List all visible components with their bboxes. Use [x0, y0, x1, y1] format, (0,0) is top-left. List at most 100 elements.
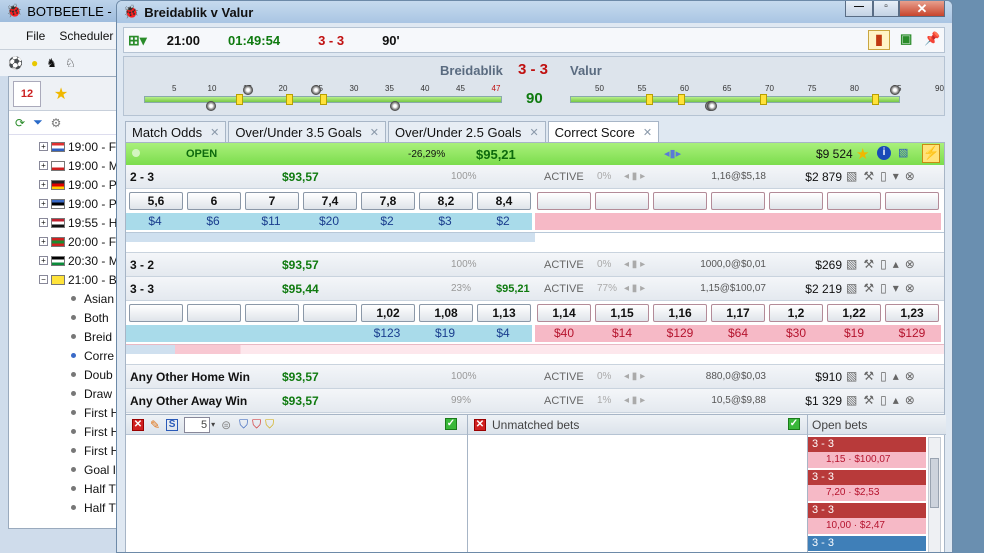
lay-price-button[interactable]: 1,15 — [595, 304, 649, 322]
stake-input[interactable]: 5 — [184, 416, 211, 433]
tree-market-row[interactable]: Doub — [9, 365, 129, 384]
lay-price-button[interactable] — [769, 192, 823, 210]
stake-dropdown-icon[interactable]: ▾ — [211, 420, 215, 429]
runner-tools-icon[interactable]: ⚒ — [863, 393, 874, 407]
pin-icon[interactable]: 📌 — [924, 31, 940, 47]
bg-titlebar[interactable]: 🐞 BOTBEETLE - 5. — [0, 0, 129, 22]
back-price-button[interactable]: 7,4 — [303, 192, 357, 210]
cancel-icon[interactable]: ✕ — [132, 418, 144, 431]
soccer-icon[interactable]: ⚽ — [8, 56, 23, 70]
stream-icon[interactable]: ◂ ▮ ▸ — [624, 283, 645, 294]
brush-icon[interactable]: ✎ — [150, 418, 160, 432]
lay-price-button[interactable] — [537, 192, 591, 210]
tree-event-row[interactable]: − 21:00 - B — [9, 270, 129, 289]
expand-icon[interactable]: + — [39, 256, 48, 265]
shield-yellow-icon[interactable]: ⛉ — [265, 417, 274, 432]
lay-price-button[interactable] — [885, 192, 939, 210]
runner-ladder-icon[interactable]: ▯ — [880, 393, 887, 407]
runner-tools-icon[interactable]: ⚒ — [863, 257, 874, 271]
lay-price-button[interactable] — [827, 192, 881, 210]
minimize-button[interactable]: — — [845, 1, 873, 17]
expand-icon[interactable]: + — [39, 199, 48, 208]
shield-red-icon[interactable]: ⛉ — [252, 417, 261, 432]
runner-expand-icon[interactable]: ▴ — [893, 369, 899, 383]
back-price-button[interactable]: 5,6 — [129, 192, 183, 210]
open-bet-item[interactable]: 3 - 3 10,00 · $2,47 — [808, 503, 926, 534]
greyhound-icon[interactable]: ♘ — [65, 56, 76, 70]
lay-price-button[interactable]: 1,22 — [827, 304, 881, 322]
tree-market-row[interactable]: First H — [9, 403, 129, 422]
filter-icon[interactable]: ⏷ — [33, 115, 43, 130]
back-price-button[interactable]: 1,13 — [477, 304, 531, 322]
cancel-unmatched-icon[interactable]: ✕ — [474, 418, 486, 431]
expand-icon[interactable]: + — [39, 180, 48, 189]
expand-icon[interactable]: − — [39, 275, 48, 284]
refresh-icon[interactable]: ⟳ — [15, 116, 25, 130]
star-icon[interactable]: ★ — [47, 81, 75, 107]
add-market-icon[interactable]: ⊞▾ — [128, 32, 147, 49]
back-price-button[interactable]: 8,2 — [419, 192, 473, 210]
runner-expand-icon[interactable]: ▴ — [893, 257, 899, 271]
back-price-button[interactable]: 1,02 — [361, 304, 415, 322]
back-price-button[interactable] — [129, 304, 183, 322]
tree-event-row[interactable]: +19:00 - F — [9, 137, 129, 156]
graph-icon[interactable]: ▧ — [898, 146, 908, 159]
s-icon[interactable]: S — [166, 418, 179, 431]
stream-icon[interactable]: ◂ ▮ ▸ — [624, 171, 645, 182]
back-price-button[interactable]: 1,08 — [419, 304, 473, 322]
runner-ladder-icon[interactable]: ▯ — [880, 169, 887, 183]
runner-expand-icon[interactable]: ▾ — [893, 281, 899, 295]
tree-event-row[interactable]: +19:00 - P — [9, 175, 129, 194]
lay-price-button[interactable]: 1,2 — [769, 304, 823, 322]
market-titlebar[interactable]: 🐞 Breidablik v Valur — ▫ ✕ — [117, 1, 952, 23]
runner-row[interactable]: Any Other Home Win $93,57 100% ACTIVE 0% ◂ ▮ … — [126, 365, 944, 389]
horse-icon[interactable]: ♞ — [46, 56, 57, 70]
tab-match-odds[interactable]: Match Odds ✕ — [125, 121, 227, 142]
open-bet-item[interactable]: 3 - 3 7,20 · $2,53 — [808, 470, 926, 501]
tree-event-row[interactable]: +20:00 - F — [9, 232, 129, 251]
lay-price-button[interactable]: 1,14 — [537, 304, 591, 322]
back-price-button[interactable] — [245, 304, 299, 322]
tree-market-row[interactable]: Corre — [9, 346, 129, 365]
runner-tools-icon[interactable]: ⚒ — [863, 169, 874, 183]
runner-expand-icon[interactable]: ▾ — [893, 169, 899, 183]
tab-over-under-3-5-goals[interactable]: Over/Under 3.5 Goals ✕ — [228, 121, 386, 142]
runner-chart-icon[interactable]: ▧ — [846, 257, 857, 271]
tree-market-row[interactable]: Asian — [9, 289, 129, 308]
stream-icon[interactable]: ◂ ▮ ▸ — [624, 259, 645, 270]
tab-correct-score[interactable]: Correct Score ✕ — [547, 121, 660, 143]
tree-event-row[interactable]: +19:00 - M — [9, 156, 129, 175]
runner-close-icon[interactable]: ⊗ — [905, 169, 915, 183]
menu-file[interactable]: File — [26, 29, 45, 43]
runner-close-icon[interactable]: ⊗ — [905, 257, 915, 271]
lay-price-button[interactable]: 1,16 — [653, 304, 707, 322]
runner-tools-icon[interactable]: ⚒ — [863, 281, 874, 295]
tree-event-row[interactable]: +19:00 - P — [9, 194, 129, 213]
runner-row[interactable]: 2 - 3 $93,57 100% ACTIVE 0% ◂ ▮ ▸ 1,16@$5,18 $2… — [126, 165, 944, 189]
chart-icon[interactable]: ▮ — [868, 30, 890, 50]
close-button[interactable]: ✕ — [899, 1, 945, 17]
new-window-icon[interactable]: ▣ — [900, 31, 912, 47]
tree-market-row[interactable]: Draw — [9, 384, 129, 403]
confirm-check-icon[interactable]: ✓ — [445, 418, 457, 430]
tree-event-row[interactable]: +19:55 - H — [9, 213, 129, 232]
expand-icon[interactable]: + — [39, 161, 48, 170]
back-price-button[interactable]: 7,8 — [361, 192, 415, 210]
lay-price-button[interactable] — [653, 192, 707, 210]
tab-close-icon[interactable]: ✕ — [370, 126, 379, 139]
tab-close-icon[interactable]: ✕ — [529, 126, 538, 139]
runner-ladder-icon[interactable]: ▯ — [880, 281, 887, 295]
favourite-star-icon[interactable]: ★ — [856, 145, 869, 163]
runner-row[interactable]: 3 - 2 $93,57 100% ACTIVE 0% ◂ ▮ ▸ 1000,0@$0,01… — [126, 253, 944, 277]
tree-market-row[interactable]: Breid — [9, 327, 129, 346]
tennis-icon[interactable]: ● — [31, 56, 38, 70]
runner-ladder-icon[interactable]: ▯ — [880, 369, 887, 383]
lay-price-button[interactable]: 1,23 — [885, 304, 939, 322]
runner-close-icon[interactable]: ⊗ — [905, 393, 915, 407]
tree-event-row[interactable]: +20:30 - M — [9, 251, 129, 270]
settings-icon[interactable]: ⚙ — [51, 116, 62, 130]
lay-price-button[interactable] — [595, 192, 649, 210]
shield-blue-icon[interactable]: ⛉ — [239, 417, 248, 432]
runner-chart-icon[interactable]: ▧ — [846, 369, 857, 383]
tree-market-row[interactable]: Both — [9, 308, 129, 327]
